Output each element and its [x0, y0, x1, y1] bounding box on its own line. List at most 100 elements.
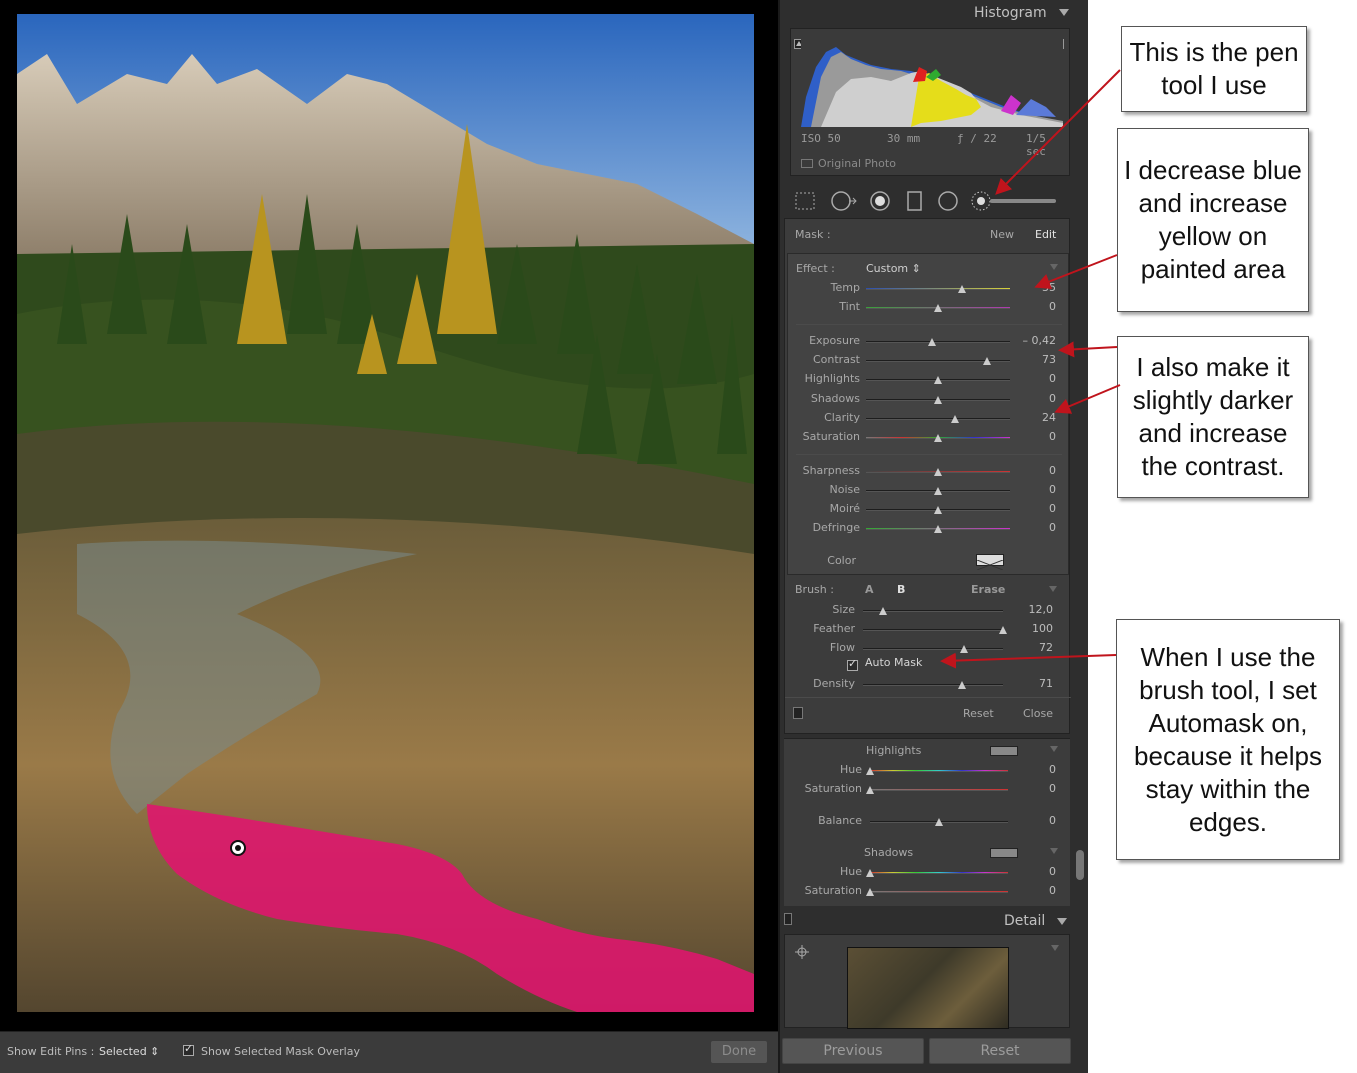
slider-label: Saturation [802, 430, 860, 443]
effect-preset-select[interactable]: Custom ⇕ [866, 262, 921, 275]
detail-options-icon[interactable] [1051, 945, 1059, 951]
detail-collapse-icon[interactable] [1057, 918, 1067, 925]
slider-value[interactable]: 0 [1016, 782, 1056, 795]
slider-track[interactable] [870, 789, 1008, 791]
previous-button[interactable]: Previous [782, 1038, 924, 1064]
show-overlay-checkbox[interactable] [183, 1042, 194, 1058]
slider-knob[interactable] [866, 869, 874, 877]
slider-value[interactable]: 0 [1016, 521, 1056, 534]
slider-knob[interactable] [878, 607, 887, 615]
collapse-triangle-icon[interactable] [1059, 9, 1070, 16]
slider-knob[interactable] [958, 681, 967, 689]
panel-scrollbar[interactable] [1076, 850, 1084, 880]
shadows-collapse-icon[interactable] [1050, 848, 1058, 854]
slider-value[interactable]: 12,0 [1013, 603, 1054, 616]
spot-removal-icon[interactable] [830, 190, 858, 212]
slider-knob[interactable] [934, 434, 942, 442]
slider-label: Density [813, 677, 855, 690]
slider-value[interactable]: 0 [1016, 392, 1056, 405]
slider-knob[interactable] [934, 304, 942, 312]
detail-toggle-icon[interactable] [784, 913, 792, 925]
slider-knob[interactable] [934, 506, 942, 514]
red-eye-icon[interactable] [868, 190, 892, 212]
slider-knob[interactable] [935, 818, 943, 826]
brush-pin-icon[interactable] [230, 840, 246, 856]
slider-track[interactable] [870, 770, 1008, 772]
effect-section: Effect : Custom ⇕ Temp 35 Tint 0 Exposure – 0… [787, 253, 1069, 575]
slider-knob[interactable] [959, 645, 968, 653]
shadows-color-swatch[interactable] [990, 848, 1018, 858]
brush-erase-button[interactable]: Erase [971, 583, 1005, 596]
slider-knob[interactable] [934, 396, 942, 404]
slider-track[interactable] [870, 891, 1008, 893]
highlights-collapse-icon[interactable] [1050, 746, 1058, 752]
slider-knob[interactable] [982, 357, 991, 365]
auto-mask-checkbox[interactable] [847, 655, 858, 674]
mask-reset-button[interactable]: Reset [963, 707, 994, 720]
slider-track[interactable] [866, 288, 1010, 290]
mask-new-button[interactable]: New [990, 228, 1014, 241]
checkbox-icon[interactable] [183, 1042, 194, 1056]
slider-knob[interactable] [951, 415, 960, 423]
target-crosshair-icon[interactable] [795, 945, 809, 959]
slider-value[interactable]: 0 [1016, 464, 1056, 477]
detail-preview-image[interactable] [847, 947, 1009, 1029]
slider-knob[interactable] [934, 525, 942, 533]
show-edit-pins-select[interactable]: Selected ⇕ [99, 1045, 159, 1058]
slider-value[interactable]: 73 [1016, 353, 1056, 366]
slider-value[interactable]: 0 [1016, 483, 1056, 496]
slider-value[interactable]: 0 [1016, 814, 1056, 827]
slider-knob[interactable] [934, 376, 942, 384]
slider-track[interactable] [863, 648, 1003, 650]
slider-label: Size [832, 603, 855, 616]
slider-value[interactable]: 72 [1013, 641, 1053, 654]
adjustment-brush-icon[interactable] [970, 190, 1060, 212]
histogram-header[interactable]: Histogram [974, 5, 1070, 21]
slider-track[interactable] [870, 872, 1008, 874]
mask-edit-button[interactable]: Edit [1035, 228, 1056, 241]
original-photo-toggle[interactable]: Original Photo [801, 157, 896, 170]
slider-value[interactable]: 0 [1016, 372, 1056, 385]
mask-close-button[interactable]: Close [1023, 707, 1053, 720]
effect-collapse-icon[interactable] [1050, 264, 1058, 270]
brush-b-button[interactable]: B [897, 583, 905, 596]
slider-value[interactable]: 0 [1016, 502, 1056, 515]
slider-value[interactable]: 35 [1016, 281, 1056, 294]
slider-value[interactable]: 100 [1013, 622, 1053, 635]
slider-value[interactable]: 24 [1016, 411, 1056, 424]
brush-collapse-icon[interactable] [1049, 586, 1057, 592]
slider-value[interactable]: 0 [1016, 884, 1056, 897]
original-photo-checkbox[interactable] [801, 159, 813, 168]
slider-track[interactable] [863, 684, 1003, 686]
reset-button[interactable]: Reset [929, 1038, 1071, 1064]
crop-overlay-icon[interactable] [794, 190, 816, 212]
slider-knob[interactable] [866, 767, 874, 775]
slider-value[interactable]: 0 [1016, 430, 1056, 443]
brush-a-button[interactable]: A [865, 583, 874, 596]
slider-value[interactable]: 0 [1016, 763, 1056, 776]
slider-knob[interactable] [928, 338, 937, 346]
slider-knob[interactable] [999, 626, 1007, 634]
panel-toggle-icon[interactable] [793, 707, 803, 719]
slider-knob[interactable] [934, 468, 942, 476]
graduated-filter-icon[interactable] [906, 190, 924, 212]
slider-value[interactable]: – 0,42 [1016, 334, 1057, 347]
slider-knob[interactable] [934, 487, 942, 495]
slider-track[interactable] [863, 629, 1003, 631]
slider-value[interactable]: 0 [1016, 865, 1056, 878]
radial-filter-icon[interactable] [936, 190, 960, 212]
done-button[interactable]: Done [711, 1041, 767, 1063]
checkbox-icon[interactable] [847, 657, 858, 671]
slider-value[interactable]: 71 [1013, 677, 1053, 690]
slider-value[interactable]: 0 [1016, 300, 1056, 313]
slider-label: Balance [818, 814, 862, 827]
slider-track[interactable] [866, 341, 1010, 343]
slider-knob[interactable] [866, 888, 874, 896]
highlights-color-swatch[interactable] [990, 746, 1018, 756]
color-swatch[interactable] [976, 554, 1004, 571]
detail-header[interactable]: Detail [780, 908, 1086, 934]
slider-track[interactable] [866, 418, 1010, 420]
landscape-photo[interactable] [17, 14, 754, 1012]
slider-knob[interactable] [958, 285, 967, 293]
slider-knob[interactable] [866, 786, 874, 794]
